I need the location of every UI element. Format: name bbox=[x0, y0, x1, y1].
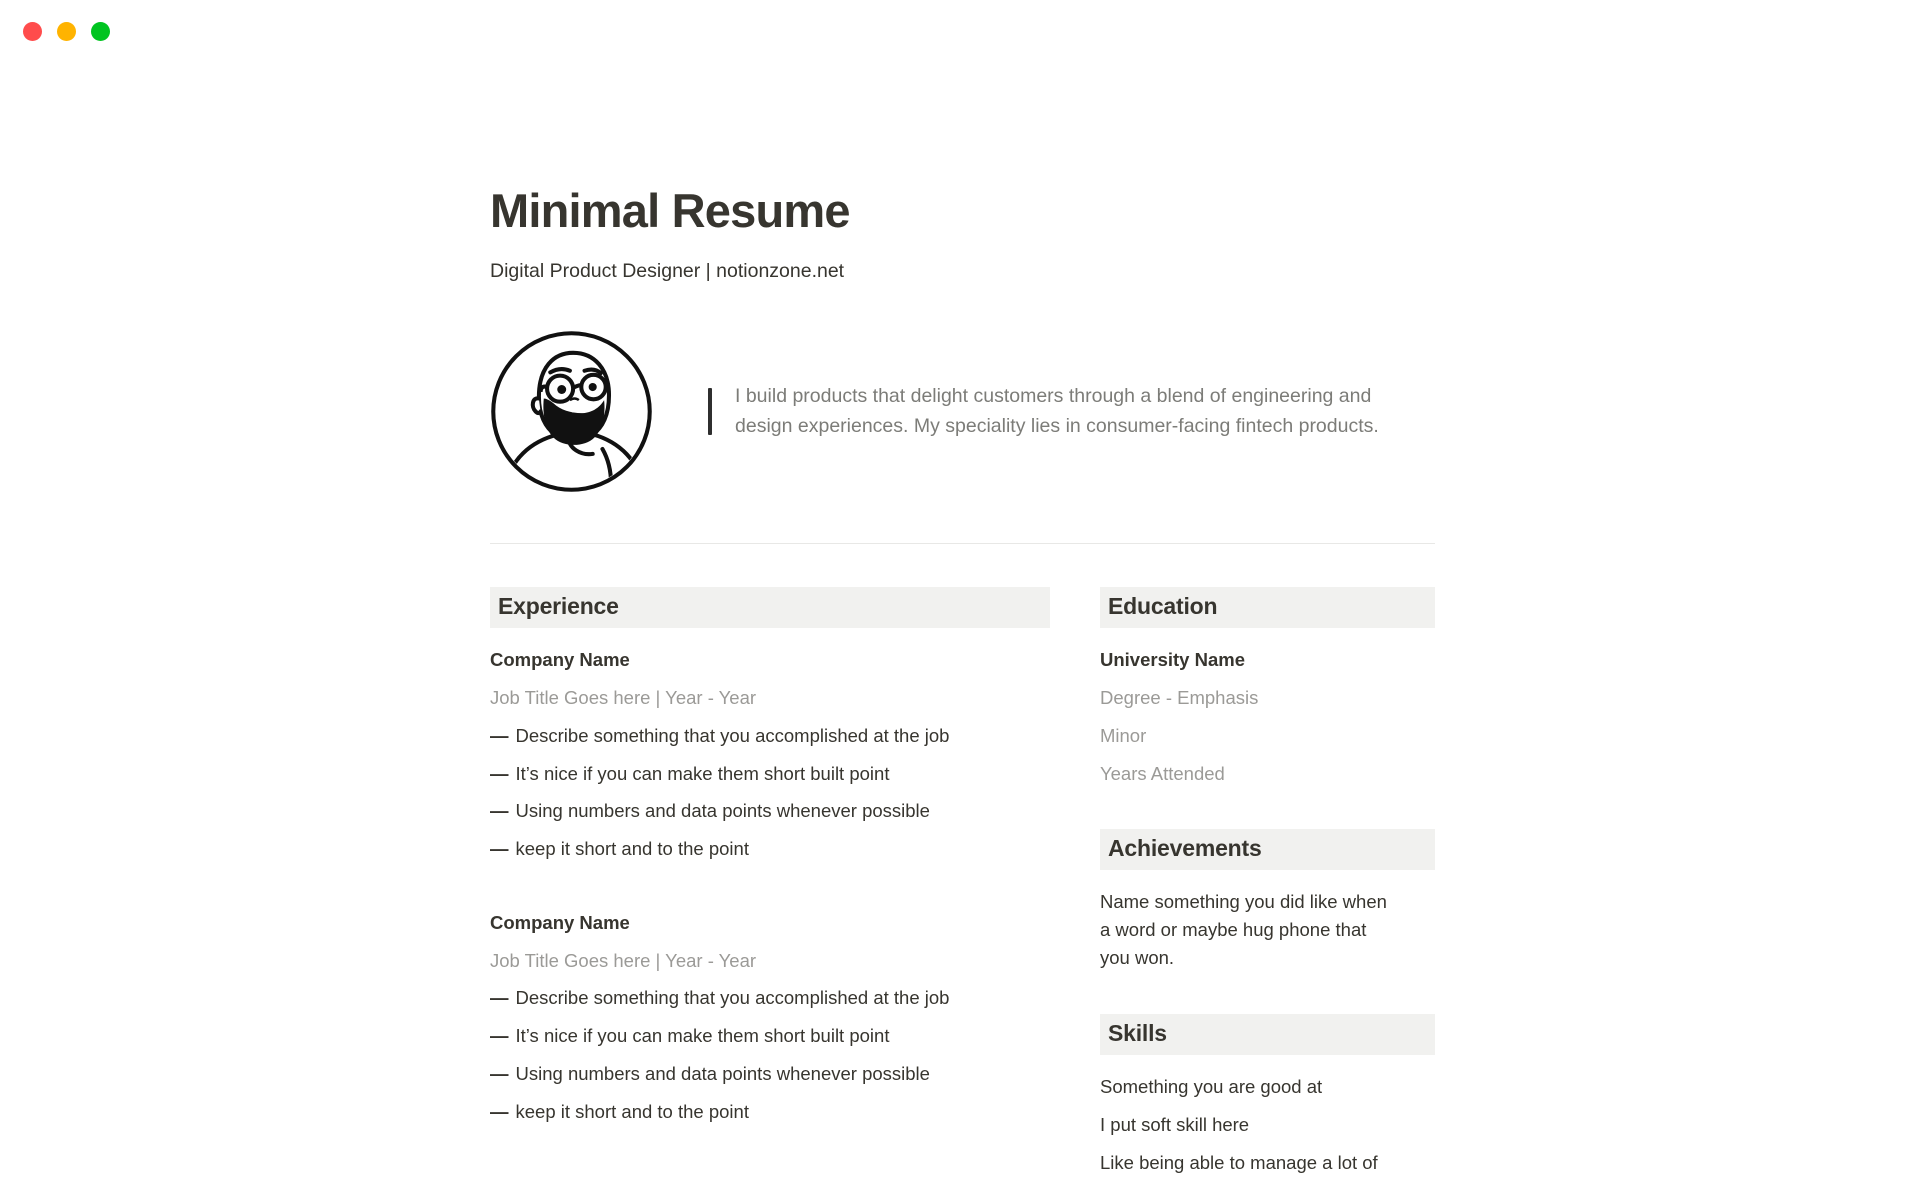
maximize-window-button[interactable] bbox=[91, 22, 110, 41]
resume-columns: Experience Company Name Job Title Goes h… bbox=[490, 587, 1435, 1186]
skills-list: Something you are good at I put soft ski… bbox=[1100, 1073, 1435, 1176]
skills-section: Skills Something you are good at I put s… bbox=[1100, 1014, 1435, 1176]
em-dash-marker: — bbox=[490, 1100, 509, 1122]
experience-entry: Company Name Job Title Goes here | Year … bbox=[490, 646, 1050, 863]
bullet-text: Describe something that you accomplished… bbox=[515, 724, 950, 746]
university-name: University Name bbox=[1100, 649, 1245, 671]
experience-bullet: — Using numbers and data points whenever… bbox=[490, 1060, 1050, 1088]
minimize-window-button[interactable] bbox=[57, 22, 76, 41]
bullet-text: It’s nice if you can make them short bui… bbox=[515, 1025, 890, 1047]
close-window-button[interactable] bbox=[23, 22, 42, 41]
skill-item: Like being able to manage a lot of bbox=[1100, 1151, 1378, 1173]
sidebar-column: Education University Name Degree - Empha… bbox=[1100, 587, 1435, 1186]
bullet-text: Describe something that you accomplished… bbox=[515, 987, 950, 1009]
degree-emphasis: Degree - Emphasis bbox=[1100, 687, 1259, 709]
skill-item: I put soft skill here bbox=[1100, 1114, 1250, 1136]
em-dash-marker: — bbox=[490, 1025, 509, 1047]
quote-text: I build products that delight customers … bbox=[735, 384, 1379, 438]
bullet-text: Using numbers and data points whenever p… bbox=[515, 800, 930, 822]
section-header-education: Education bbox=[1100, 587, 1435, 629]
em-dash-marker: — bbox=[490, 724, 509, 746]
company-name: Company Name bbox=[490, 911, 630, 933]
section-header-experience: Experience bbox=[490, 587, 1050, 629]
bullet-text: keep it short and to the point bbox=[515, 838, 749, 860]
document-body: Minimal Resume Digital Product Designer … bbox=[490, 0, 1435, 1187]
quote-accent-bar bbox=[708, 387, 712, 436]
em-dash-marker: — bbox=[490, 800, 509, 822]
experience-column: Experience Company Name Job Title Goes h… bbox=[490, 587, 1050, 1135]
experience-bullet: — It’s nice if you can make them short b… bbox=[490, 760, 1050, 788]
achievement-text: Name something you did like when a word … bbox=[1100, 891, 1387, 969]
job-title-and-years: Job Title Goes here | Year - Year bbox=[490, 949, 757, 971]
company-name: Company Name bbox=[490, 649, 630, 671]
page-subtitle: Digital Product Designer | notionzone.ne… bbox=[490, 259, 845, 282]
education-entry: University Name Degree - Emphasis Minor … bbox=[1100, 646, 1435, 787]
bullet-text: It’s nice if you can make them short bui… bbox=[515, 762, 890, 784]
em-dash-marker: — bbox=[490, 1062, 509, 1084]
em-dash-marker: — bbox=[490, 762, 509, 784]
achievements-body: Name something you did like when a word … bbox=[1100, 888, 1435, 972]
experience-bullet: — Describe something that you accomplish… bbox=[490, 984, 1050, 1012]
intro-row: I build products that delight customers … bbox=[490, 329, 1435, 493]
experience-bullet: — keep it short and to the point bbox=[490, 1098, 1050, 1126]
experience-bullet: — Using numbers and data points whenever… bbox=[490, 797, 1050, 825]
experience-bullet: — Describe something that you accomplish… bbox=[490, 722, 1050, 750]
resume-page: Minimal Resume Digital Product Designer … bbox=[0, 0, 1920, 1200]
section-header-skills: Skills bbox=[1100, 1014, 1435, 1056]
bullet-text: Using numbers and data points whenever p… bbox=[515, 1062, 930, 1084]
page-title: Minimal Resume bbox=[490, 184, 850, 237]
section-divider bbox=[490, 542, 1435, 545]
em-dash-marker: — bbox=[490, 987, 509, 1009]
achievements-section: Achievements Name something you did like… bbox=[1100, 829, 1435, 972]
section-header-achievements: Achievements bbox=[1100, 829, 1435, 871]
skill-item: Something you are good at bbox=[1100, 1076, 1323, 1098]
job-title-and-years: Job Title Goes here | Year - Year bbox=[490, 687, 757, 709]
intro-quote: I build products that delight customers … bbox=[708, 381, 1395, 443]
years-attended: Years Attended bbox=[1100, 762, 1225, 784]
experience-bullet: — keep it short and to the point bbox=[490, 835, 1050, 863]
avatar bbox=[490, 329, 653, 493]
traffic-lights bbox=[23, 22, 110, 41]
bearded-man-with-glasses-avatar-icon bbox=[491, 331, 652, 492]
bullet-text: keep it short and to the point bbox=[515, 1100, 749, 1122]
experience-bullet: — It’s nice if you can make them short b… bbox=[490, 1022, 1050, 1050]
minor: Minor bbox=[1100, 724, 1147, 746]
experience-entry: Company Name Job Title Goes here | Year … bbox=[490, 909, 1050, 1126]
em-dash-marker: — bbox=[490, 838, 509, 860]
